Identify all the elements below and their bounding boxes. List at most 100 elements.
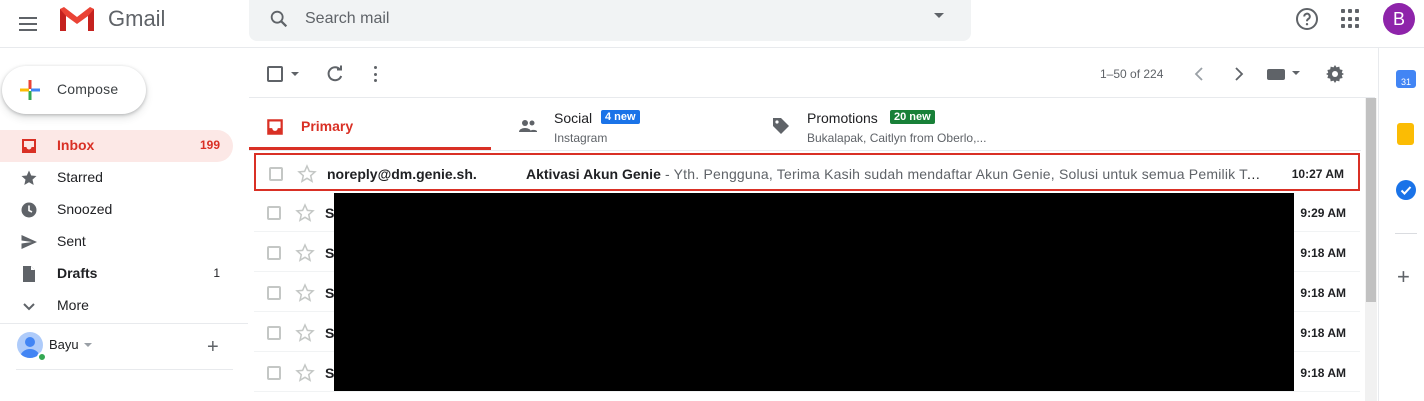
compose-plus-icon	[20, 80, 40, 100]
chevron-down-icon	[23, 303, 35, 311]
sidebar-item-starred[interactable]: Starred	[0, 162, 233, 194]
search-options-chevron-icon[interactable]	[934, 13, 944, 18]
row-checkbox[interactable]	[267, 206, 281, 220]
email-sender: S	[325, 245, 335, 261]
side-panel-divider	[1395, 233, 1417, 234]
compose-label: Compose	[57, 81, 119, 97]
sidebar-item-drafts[interactable]: Drafts 1	[0, 258, 233, 290]
sidebar-item-more[interactable]: More	[0, 290, 233, 322]
chevron-right-icon[interactable]	[1232, 66, 1246, 82]
get-addons-icon[interactable]: +	[1397, 266, 1410, 288]
people-icon	[519, 120, 537, 132]
sidebar-item-label: Starred	[57, 169, 103, 185]
star-icon[interactable]	[295, 323, 315, 343]
tab-senders: Instagram	[554, 131, 608, 145]
row-checkbox[interactable]	[267, 246, 281, 260]
star-icon[interactable]	[295, 243, 315, 263]
select-all-checkbox[interactable]	[267, 66, 283, 82]
sidebar-item-label: More	[57, 297, 89, 313]
calendar-date: 31	[1400, 77, 1411, 87]
email-snippet: - Yth. Pengguna, Terima Kasih sudah mend…	[660, 166, 1266, 182]
sidebar-item-label: Inbox	[57, 137, 95, 153]
hangouts-divider	[16, 369, 233, 370]
email-preview: Aktivasi Akun Genie - Yth. Pengguna, Ter…	[526, 166, 1266, 182]
email-time: 9:29 AM	[1300, 206, 1346, 220]
top-header: Gmail B	[0, 0, 1424, 48]
email-time: 9:18 AM	[1300, 326, 1346, 340]
inbox-icon	[22, 139, 36, 153]
main-menu-icon[interactable]	[16, 10, 44, 38]
help-icon[interactable]	[1295, 7, 1319, 31]
unread-count: 199	[199, 138, 220, 152]
clock-icon	[21, 202, 37, 218]
sidebar-item-label: Drafts	[57, 265, 98, 281]
sidebar-item-inbox[interactable]: Inbox 199	[0, 130, 233, 162]
hangouts-status-chevron-icon[interactable]	[84, 343, 92, 347]
tasks-icon[interactable]	[1396, 180, 1416, 200]
redaction-box	[334, 193, 1294, 391]
side-panel	[1378, 48, 1424, 401]
sidebar-item-snoozed[interactable]: Snoozed	[0, 194, 233, 226]
star-icon[interactable]	[295, 283, 315, 303]
draft-count: 1	[213, 266, 220, 280]
input-tools-chevron-icon[interactable]	[1292, 71, 1300, 75]
email-time: 9:18 AM	[1300, 286, 1346, 300]
row-checkbox[interactable]	[267, 326, 281, 340]
tab-social[interactable]: Social 4 new Instagram	[504, 98, 754, 150]
draft-icon	[23, 266, 35, 282]
calendar-icon[interactable]: 31	[1396, 70, 1416, 88]
email-row[interactable]: noreply@dm.genie.sh. Aktivasi Akun Genie…	[254, 153, 1360, 191]
email-sender: S	[325, 205, 335, 221]
keep-icon[interactable]	[1397, 123, 1414, 145]
search-input[interactable]	[305, 8, 905, 30]
google-apps-icon[interactable]	[1341, 9, 1361, 29]
new-count-badge: 20 new	[890, 110, 935, 124]
online-status-indicator	[37, 352, 47, 362]
compose-button[interactable]: Compose	[2, 66, 146, 114]
select-options-chevron-icon[interactable]	[291, 72, 299, 76]
search-icon[interactable]	[268, 8, 290, 30]
scrollbar-thumb[interactable]	[1366, 98, 1376, 302]
tabs-divider	[249, 150, 1361, 151]
new-count-badge: 4 new	[601, 110, 640, 124]
tab-label: Primary	[301, 118, 354, 134]
refresh-icon[interactable]	[325, 64, 345, 84]
star-icon	[21, 170, 37, 185]
gmail-logo-icon[interactable]	[58, 5, 96, 33]
email-sender: S	[325, 325, 335, 341]
row-checkbox[interactable]	[269, 167, 283, 181]
app-name[interactable]: Gmail	[108, 6, 165, 32]
star-icon[interactable]	[295, 363, 315, 383]
email-time: 9:18 AM	[1300, 246, 1346, 260]
email-sender: S	[325, 365, 335, 381]
tab-label: Promotions	[807, 110, 878, 126]
email-sender: noreply@dm.genie.sh.	[327, 166, 477, 182]
tab-primary[interactable]: Primary	[249, 98, 491, 150]
sidebar-item-label: Snoozed	[57, 201, 113, 217]
pagination-info: 1–50 of 224	[1100, 67, 1164, 81]
sidebar-item-sent[interactable]: Sent	[0, 226, 233, 258]
sidebar-divider	[0, 323, 248, 324]
star-icon[interactable]	[295, 203, 315, 223]
hangouts-user-name[interactable]: Bayu	[49, 337, 79, 352]
send-icon	[21, 235, 37, 249]
email-time: 10:27 AM	[1291, 167, 1344, 181]
chevron-left-icon[interactable]	[1192, 66, 1206, 82]
row-checkbox[interactable]	[267, 286, 281, 300]
more-options-icon[interactable]	[372, 66, 378, 82]
gear-icon[interactable]	[1325, 64, 1345, 84]
tab-promotions[interactable]: Promotions 20 new Bukalapak, Caitlyn fro…	[757, 98, 1077, 150]
row-checkbox[interactable]	[267, 366, 281, 380]
email-sender: S	[325, 285, 335, 301]
tab-label: Social	[554, 110, 593, 126]
keyboard-icon[interactable]	[1267, 69, 1285, 80]
inbox-icon	[267, 119, 283, 135]
email-subject: Aktivasi Akun Genie	[526, 166, 661, 182]
account-avatar[interactable]: B	[1383, 3, 1415, 35]
checkmark-icon	[1400, 186, 1412, 195]
tag-icon	[773, 118, 789, 134]
add-contact-icon[interactable]: +	[207, 337, 219, 357]
sidebar-item-label: Sent	[57, 233, 86, 249]
star-icon[interactable]	[297, 164, 317, 184]
email-time: 9:18 AM	[1300, 366, 1346, 380]
